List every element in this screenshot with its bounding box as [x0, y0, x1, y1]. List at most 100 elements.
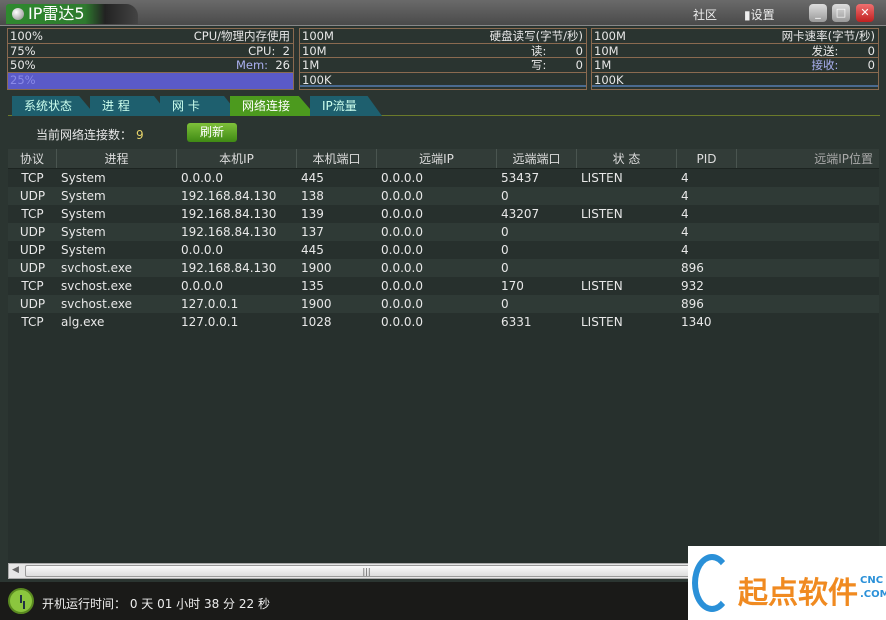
table-row[interactable]: UDP System 192.168.84.130 137 0.0.0.0 0 4	[8, 223, 879, 241]
table-cell: System	[61, 207, 106, 221]
column-header[interactable]: 本机端口	[297, 149, 377, 168]
table-cell	[737, 187, 879, 205]
table-row[interactable]: UDP System 0.0.0.0 445 0.0.0.0 0 4	[8, 241, 879, 259]
table-cell: UDP	[19, 243, 46, 257]
scroll-left-icon[interactable]: ◀	[12, 565, 19, 575]
tab-network-card[interactable]: 网 卡	[160, 96, 240, 116]
table-cell: 192.168.84.130	[181, 225, 277, 239]
level-label: 1M	[594, 58, 612, 72]
tab-system-status[interactable]: 系统状态	[12, 96, 96, 116]
table-cell	[577, 241, 677, 259]
mem-label: Mem:	[235, 58, 269, 72]
table-cell: 4	[681, 225, 689, 239]
column-header[interactable]: 协议	[8, 149, 57, 168]
table-cell: TCP	[21, 171, 44, 185]
level-label: 50%	[10, 58, 36, 72]
refresh-button[interactable]: 刷新	[187, 123, 237, 142]
table-cell: 1028	[301, 315, 332, 329]
level-label: 10M	[594, 43, 619, 58]
table-cell: 0.0.0.0	[181, 279, 223, 293]
table-cell	[577, 295, 677, 313]
column-header[interactable]: 本机IP	[177, 149, 297, 168]
level-label: 100M	[302, 29, 334, 43]
table-cell: 0.0.0.0	[381, 225, 423, 239]
level-label: 100M	[594, 29, 626, 43]
cpu-label: CPU:	[248, 43, 276, 58]
column-header[interactable]: 进程	[57, 149, 177, 168]
table-row[interactable]: UDP svchost.exe 192.168.84.130 1900 0.0.0.0 0…	[8, 259, 879, 277]
column-header[interactable]: 状 态	[577, 149, 677, 168]
watermark-g-icon	[692, 554, 732, 612]
table-cell: 138	[301, 189, 324, 203]
count-label: 当前网络连接数：	[36, 128, 133, 142]
table-row[interactable]: TCP System 0.0.0.0 445 0.0.0.0 53437 LISTEN 4	[8, 169, 879, 187]
level-label: 10M	[302, 43, 327, 58]
table-cell: 43207	[501, 207, 540, 221]
table-row[interactable]: UDP svchost.exe 127.0.0.1 1900 0.0.0.0 0 896	[8, 295, 879, 313]
table-cell: svchost.exe	[61, 261, 132, 275]
table-cell: 127.0.0.1	[181, 315, 239, 329]
disk-panel: 100M 硬盘读写(字节/秒) 10M 读: 0 1M 写: 0 100K	[299, 28, 587, 90]
table-cell	[737, 259, 879, 277]
level-label: 25%	[10, 72, 36, 87]
tab-bar: 系统状态 进 程 网 卡 网络连接 IP流量	[8, 96, 880, 116]
table-cell: 0.0.0.0	[381, 243, 423, 257]
panel-title: 网卡速率(字节/秒)	[781, 29, 875, 43]
table-cell	[737, 313, 879, 331]
table-cell: 0.0.0.0	[181, 243, 223, 257]
table-cell: System	[61, 225, 106, 239]
table-cell	[577, 259, 677, 277]
watermark-text: 起点软件	[738, 576, 858, 611]
table-cell: System	[61, 243, 106, 257]
table-cell: TCP	[21, 279, 44, 293]
network-speed-panel: 100M 网卡速率(字节/秒) 10M 发送: 0 1M 接收: 0 100K	[591, 28, 879, 90]
table-cell: UDP	[19, 189, 46, 203]
table-row[interactable]: TCP svchost.exe 0.0.0.0 135 0.0.0.0 170 LISTEN…	[8, 277, 879, 295]
tab-network-connections[interactable]: 网络连接	[230, 96, 316, 116]
table-cell: 53437	[501, 171, 540, 185]
table-cell: LISTEN	[581, 207, 623, 221]
column-header[interactable]: 远端IP	[377, 149, 497, 168]
clock-icon	[8, 588, 34, 614]
table-cell	[737, 169, 879, 187]
table-cell: 192.168.84.130	[181, 261, 277, 275]
table-row[interactable]: TCP System 192.168.84.130 139 0.0.0.0 43207 LI…	[8, 205, 879, 223]
table-row[interactable]: TCP alg.exe 127.0.0.1 1028 0.0.0.0 6331 LISTEN…	[8, 313, 879, 331]
table-cell: 0.0.0.0	[381, 279, 423, 293]
community-link[interactable]: 社区	[693, 6, 717, 23]
table-cell: 0	[501, 261, 509, 275]
table-cell: 192.168.84.130	[181, 207, 277, 221]
table-cell	[737, 277, 879, 295]
uptime-text: 开机运行时间： 0 天 01 小时 38 分 22 秒	[42, 597, 270, 611]
table-cell: 4	[681, 171, 689, 185]
table-row[interactable]: UDP System 192.168.84.130 138 0.0.0.0 0 4	[8, 187, 879, 205]
scroll-thumb[interactable]: |||	[25, 565, 708, 577]
minimize-button[interactable]: _	[809, 4, 827, 22]
table-cell: 0	[501, 297, 509, 311]
table-cell: LISTEN	[581, 171, 623, 185]
table-cell	[737, 295, 879, 313]
table-cell: 0	[501, 225, 509, 239]
table-cell	[737, 205, 879, 223]
tab-process[interactable]: 进 程	[90, 96, 170, 116]
column-header[interactable]: PID	[677, 149, 737, 168]
table-cell	[577, 187, 677, 205]
column-header[interactable]: 远端端口	[497, 149, 577, 168]
connections-table: 协议 进程 本机IP 本机端口 远端IP 远端端口状 态 PID 远端IP位置 TCP Syst…	[8, 149, 879, 563]
table-cell: 445	[301, 243, 324, 257]
column-header[interactable]: 远端IP位置	[737, 149, 879, 168]
table-cell: 137	[301, 225, 324, 239]
table-cell: LISTEN	[581, 315, 623, 329]
settings-label: 设置	[750, 8, 775, 22]
settings-link[interactable]: ▮设置	[744, 6, 775, 23]
table-cell: 0.0.0.0	[381, 315, 423, 329]
maximize-button[interactable]: □	[832, 4, 850, 22]
table-cell: UDP	[19, 261, 46, 275]
tab-ip-traffic[interactable]: IP流量	[310, 96, 382, 116]
table-cell: 0.0.0.0	[381, 207, 423, 221]
table-cell: 0.0.0.0	[381, 171, 423, 185]
table-cell: 192.168.84.130	[181, 189, 277, 203]
table-cell: alg.exe	[61, 315, 105, 329]
watermark-sub1: CNC	[860, 575, 884, 586]
close-button[interactable]: ✕	[856, 4, 874, 22]
